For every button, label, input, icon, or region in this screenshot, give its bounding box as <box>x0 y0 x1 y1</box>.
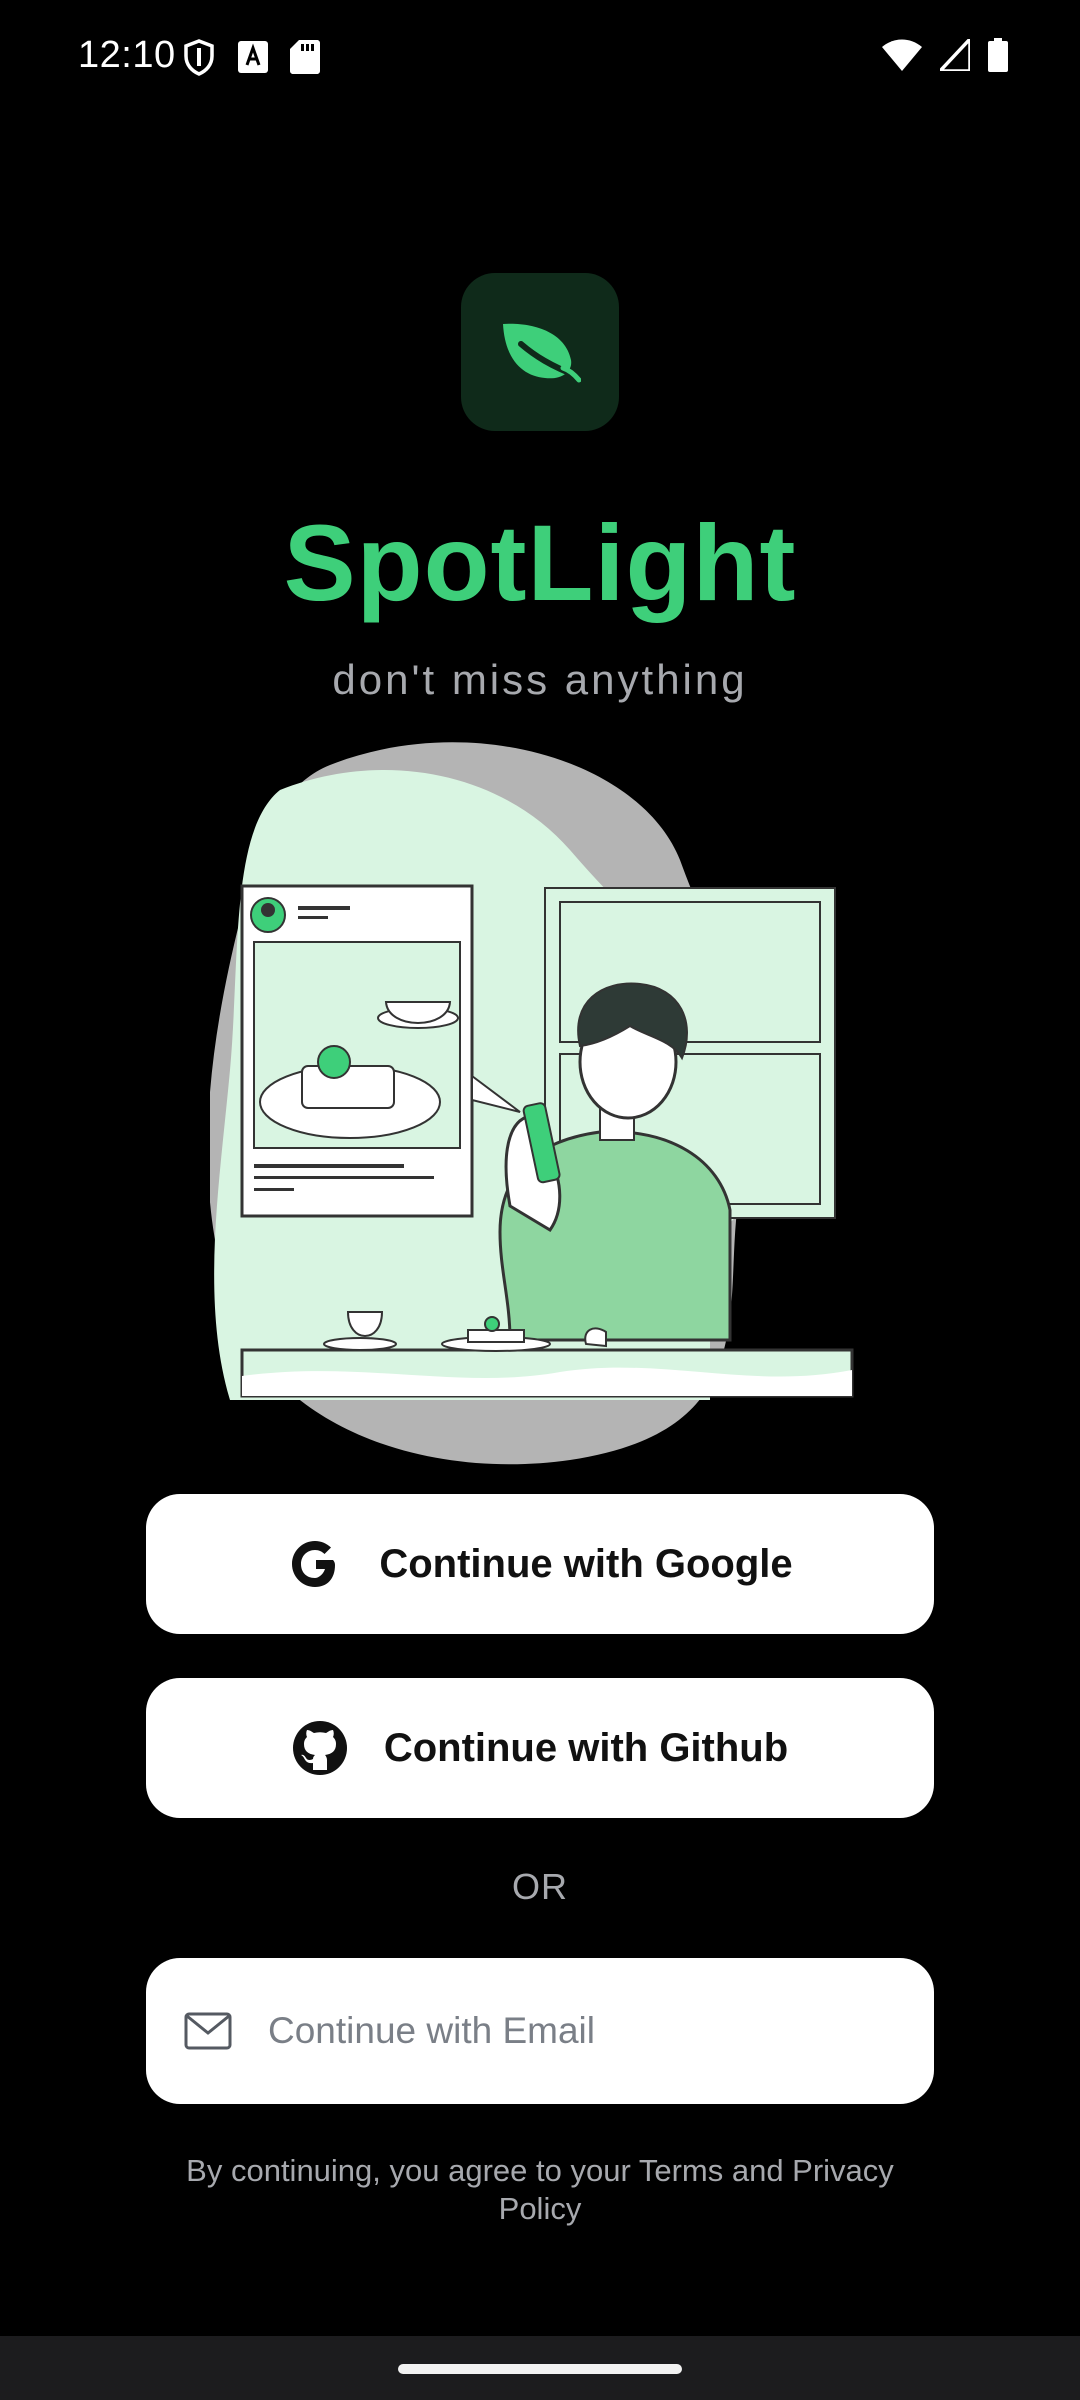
battery-icon <box>988 38 1008 72</box>
google-button-label: Continue with Google <box>379 1541 793 1586</box>
status-icons-left <box>182 38 320 76</box>
or-divider: OR <box>512 1866 568 1907</box>
terms-text: By continuing, you agree to your Terms a… <box>186 2153 894 2226</box>
status-time: 12:10 <box>78 34 176 76</box>
signal-icon <box>940 39 970 71</box>
home-indicator[interactable] <box>398 2364 682 2374</box>
email-input[interactable] <box>268 2010 828 2052</box>
email-field[interactable] <box>146 1958 934 2104</box>
continue-with-google-button[interactable]: Continue with Google <box>146 1494 934 1634</box>
mail-icon <box>184 2012 232 2050</box>
person-browsing-phone-illustration <box>210 742 854 1465</box>
leaf-icon <box>503 323 581 383</box>
app-logo <box>461 273 619 431</box>
github-icon <box>292 1721 347 1775</box>
sd-card-icon <box>290 40 320 74</box>
status-bar: 12:10 <box>0 0 1080 120</box>
continue-with-github-button[interactable]: Continue with Github <box>146 1678 934 1818</box>
shield-icon <box>184 39 214 76</box>
app-tagline: don't miss anything <box>332 656 748 703</box>
app-title: SpotLight <box>283 502 797 623</box>
status-icons-right <box>882 38 1008 72</box>
keyboard-a-icon <box>238 41 268 73</box>
google-icon <box>292 1541 336 1587</box>
github-button-label: Continue with Github <box>383 1725 789 1770</box>
wifi-icon <box>882 39 922 71</box>
